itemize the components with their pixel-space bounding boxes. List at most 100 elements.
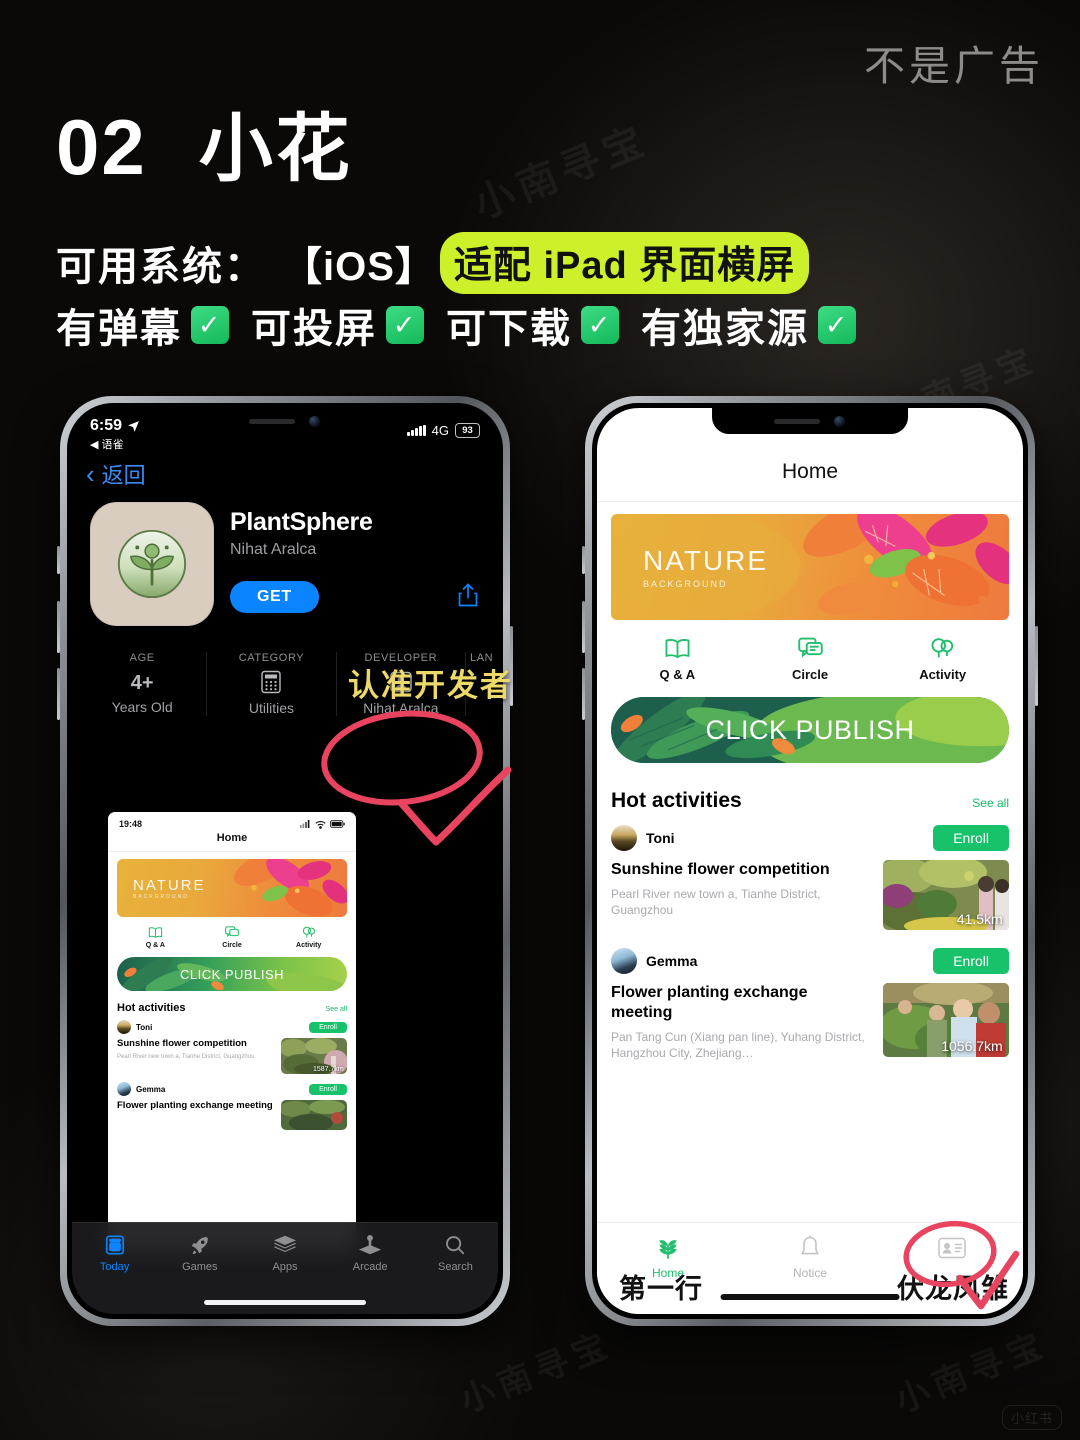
status-time-group: 6:59 [90,417,140,435]
quick-action-qa[interactable]: Q & A [611,637,744,682]
app-icon [90,502,214,626]
see-all-link[interactable]: See all [326,1006,347,1013]
tab-arcade[interactable]: Arcade [328,1232,413,1273]
wifi-icon [315,820,326,829]
tab-profile[interactable] [881,1233,1023,1266]
tab-games[interactable]: Games [157,1232,242,1273]
share-icon[interactable] [456,582,480,612]
publish-button[interactable]: CLICK PUBLISH [117,957,347,991]
status-time: 6:59 [90,417,123,434]
banner-sub: BACKGROUND [133,893,189,900]
quick-action-qa[interactable]: Q & A [117,926,194,949]
book-icon [117,926,194,939]
preview-page-title: Home [108,832,356,852]
quick-action-circle[interactable]: Circle [194,926,271,949]
quick-action-circle[interactable]: Circle [744,637,877,682]
front-camera-icon [834,415,846,427]
bell-icon [739,1233,881,1263]
stack-icon [242,1232,327,1258]
front-camera-icon [309,415,321,427]
activity-thumbnail[interactable]: 1587.7km [281,1038,347,1074]
quick-label: Activity [296,942,322,949]
activity-thumbnail[interactable]: 1056.7km [883,983,1009,1057]
tab-today[interactable]: Today [72,1232,157,1273]
quick-label: Q & A [145,942,165,949]
nature-banner[interactable]: NATURE BACKGROUND [611,514,1009,620]
activity-thumbnail[interactable] [281,1100,347,1130]
activity-address: Pearl River new town a, Tianhe District,… [611,887,821,917]
tab-notice[interactable]: Notice [739,1233,881,1280]
system-value: 【iOS】 [282,245,436,289]
user-name: Gemma [646,953,698,969]
distance-label: 1056.7km [941,1038,1003,1055]
activity-title: Flower planting exchange meeting [611,984,808,1021]
quick-label: Activity [919,667,967,682]
return-app-name: 语雀 [101,439,124,451]
get-button[interactable]: GET [230,581,319,613]
network-type: 4G [431,423,449,438]
app-screenshot-preview[interactable]: 19:48 Home NATURE BACKGROUND Q & A Circl… [108,812,356,1252]
enroll-button[interactable]: Enroll [933,948,1009,974]
activity-title: Sunshine flower competition [117,1038,247,1049]
volume-down-button[interactable] [582,668,585,720]
enroll-button[interactable]: Enroll [309,1083,347,1095]
info-cell-category: CATEGORY Utilities [207,652,337,716]
see-all-link[interactable]: See all [972,796,1009,810]
title-index: 02 [56,103,147,191]
feature-line: 有弹幕 ✓ 可投屏 ✓ 可下载 ✓ 有独家源 ✓ [56,296,878,354]
quick-action-activity[interactable]: Activity [876,637,1009,682]
distance-label: 1587.7km [312,1065,344,1073]
volume-down-button[interactable] [57,668,60,720]
activity-item[interactable]: Toni Enroll Sunshine flower competition … [117,1020,347,1074]
tab-search[interactable]: Search [413,1232,498,1273]
check-icon: ✓ [191,306,229,344]
earpiece-speaker [774,418,821,424]
hot-title: Hot activities [117,1002,186,1014]
nature-banner-text: NATURE BACKGROUND [133,877,206,900]
activity-user: Toni [117,1020,152,1034]
quick-actions: Q & A Circle Activity [117,926,347,949]
feature-label: 有独家源 [641,307,809,351]
return-to-app[interactable]: ◀ 语雀 [90,436,140,452]
activity-item[interactable]: Toni Enroll Sunshine flower competition … [611,825,1009,930]
banner-sub: BACKGROUND [643,579,728,589]
enroll-button[interactable]: Enroll [309,1021,347,1033]
tab-label: Games [182,1261,218,1273]
plant-logo-icon [117,529,187,599]
back-label: 返回 [101,463,146,488]
app-store-tabbar: Today Games Apps Arcade Search [72,1222,498,1314]
feature-label: 可投屏 [251,307,377,351]
quick-action-activity[interactable]: Activity [270,926,347,949]
home-indicator[interactable] [204,1300,366,1305]
status-bar-right: 4G 93 [407,417,480,438]
power-button[interactable] [1035,626,1038,706]
calculator-icon [211,670,331,697]
feature-item: 可下载 ✓ [446,296,619,354]
back-button[interactable]: ‹ 返回 [72,454,498,500]
app-name: PlantSphere [230,508,373,536]
feature-label: 可下载 [446,307,572,351]
volume-up-button[interactable] [57,601,60,653]
watermark: 小南寻宝 [467,117,656,228]
leaf-icon [597,1233,739,1263]
enroll-button[interactable]: Enroll [933,825,1009,851]
publish-button[interactable]: CLICK PUBLISH [611,697,1009,763]
mute-switch[interactable] [582,546,585,574]
activity-address: Pearl River new town a, Tianhe District,… [117,1054,255,1060]
notch [712,408,908,434]
volume-up-button[interactable] [582,601,585,653]
preview-status-icons [300,820,345,829]
mute-switch[interactable] [57,546,60,574]
app-header: PlantSphere Nihat Aralca GET [72,500,498,626]
nature-banner[interactable]: NATURE BACKGROUND [117,859,347,917]
tab-apps[interactable]: Apps [242,1232,327,1273]
home-indicator[interactable] [720,1294,900,1300]
activity-item[interactable]: Gemma Enroll Flower planting exchange me… [117,1082,347,1130]
activity-item[interactable]: Gemma Enroll Flower planting exchange me… [611,948,1009,1061]
overlay-label-right: 伏龙凤雏 [897,1274,1009,1304]
battery-indicator: 93 [455,423,480,438]
activity-thumbnail[interactable]: 41.5km [883,860,1009,930]
right-phone-mockup: Home NATURE BACKGROUND Q & A Circle Acti… [582,396,1038,1326]
notch [187,408,383,434]
system-line: 可用系统： 【iOS】 适配 iPad 界面横屏 [56,232,810,294]
